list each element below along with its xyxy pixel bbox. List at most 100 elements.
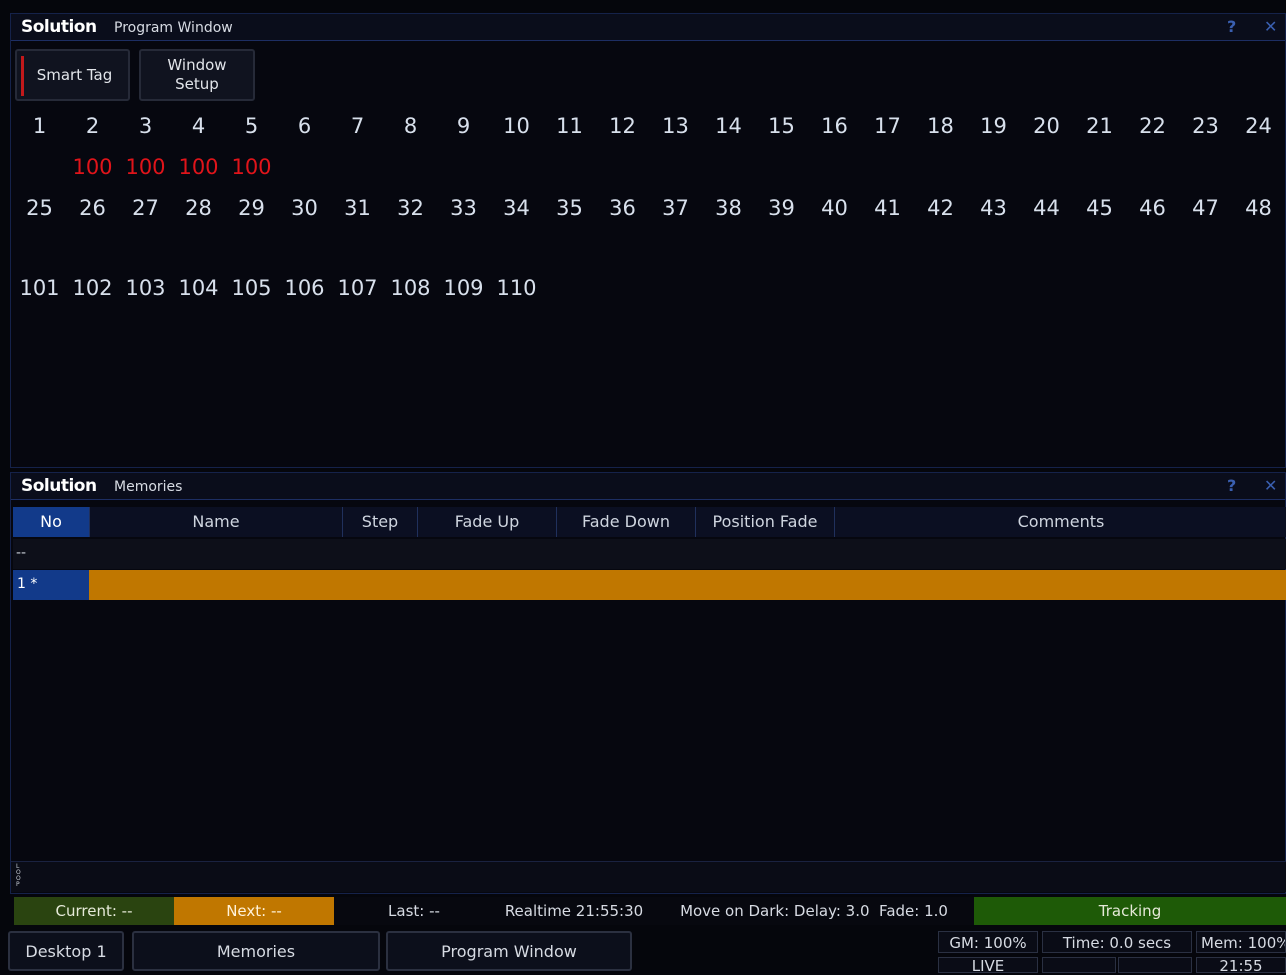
channel-row3-7[interactable]: 107 bbox=[331, 276, 384, 300]
empty-indicator-1 bbox=[1042, 957, 1116, 973]
channel-18[interactable]: 18 bbox=[914, 114, 967, 138]
channel-19[interactable]: 19 bbox=[967, 114, 1020, 138]
memory-usage-readout: Mem: 100% bbox=[1196, 931, 1286, 953]
channel-3[interactable]: 3 bbox=[119, 114, 172, 138]
channel-row2-13[interactable]: 37 bbox=[649, 196, 702, 220]
channel-23[interactable]: 23 bbox=[1179, 114, 1232, 138]
channel-row3-1[interactable]: 101 bbox=[13, 276, 66, 300]
channel-2[interactable]: 2 bbox=[66, 114, 119, 138]
col-header-comments[interactable]: Comments bbox=[835, 507, 1286, 537]
channel-7[interactable]: 7 bbox=[331, 114, 384, 138]
channel-row3-2[interactable]: 102 bbox=[66, 276, 119, 300]
close-icon[interactable]: ✕ bbox=[1264, 476, 1277, 495]
channel-row2-7[interactable]: 31 bbox=[331, 196, 384, 220]
channel-row2-21[interactable]: 45 bbox=[1073, 196, 1126, 220]
memory-number: 1 * bbox=[17, 576, 38, 592]
window-title: Memories bbox=[114, 479, 183, 495]
channel-6[interactable]: 6 bbox=[278, 114, 331, 138]
live-indicator: LIVE bbox=[938, 957, 1038, 974]
channel-row2-15[interactable]: 39 bbox=[755, 196, 808, 220]
realtime-status: Realtime 21:55:30 bbox=[504, 902, 644, 920]
memory-number-cell: 1 * bbox=[13, 570, 89, 600]
col-header-position-fade[interactable]: Position Fade bbox=[696, 507, 835, 537]
channel-row3-9[interactable]: 109 bbox=[437, 276, 490, 300]
table-row-selected[interactable]: 1 * bbox=[13, 570, 1286, 600]
help-icon[interactable]: ? bbox=[1227, 476, 1236, 495]
channel-row2-22[interactable]: 46 bbox=[1126, 196, 1179, 220]
channel-11[interactable]: 11 bbox=[543, 114, 596, 138]
channel-9[interactable]: 9 bbox=[437, 114, 490, 138]
channel-10[interactable]: 10 bbox=[490, 114, 543, 138]
last-status: Last: -- bbox=[388, 902, 440, 920]
channel-row2-11[interactable]: 35 bbox=[543, 196, 596, 220]
tracking-status: Tracking bbox=[974, 897, 1286, 925]
move-on-dark-status: Move on Dark: Delay: 3.0 Fade: 1.0 bbox=[680, 902, 948, 920]
channel-row2-2[interactable]: 26 bbox=[66, 196, 119, 220]
memories-table-header: No Name Step Fade Up Fade Down Position … bbox=[13, 507, 1286, 537]
channel-21[interactable]: 21 bbox=[1073, 114, 1126, 138]
channel-row3-3[interactable]: 103 bbox=[119, 276, 172, 300]
desktop-1-button[interactable]: Desktop 1 bbox=[8, 931, 124, 971]
channel-1[interactable]: 1 bbox=[13, 114, 66, 138]
program-window-taskbar-button[interactable]: Program Window bbox=[386, 931, 632, 971]
channel-row2-8[interactable]: 32 bbox=[384, 196, 437, 220]
col-header-no[interactable]: No bbox=[13, 507, 90, 537]
loop-label: LOOP bbox=[16, 863, 21, 888]
channel-16[interactable]: 16 bbox=[808, 114, 861, 138]
channel-row3-8[interactable]: 108 bbox=[384, 276, 437, 300]
grand-master-readout: GM: 100% bbox=[938, 931, 1038, 953]
channel-row2-3[interactable]: 27 bbox=[119, 196, 172, 220]
memory-number: -- bbox=[16, 545, 27, 561]
channel-level-4: 100 bbox=[178, 155, 219, 179]
channel-row2-5[interactable]: 29 bbox=[225, 196, 278, 220]
channel-row2-10[interactable]: 34 bbox=[490, 196, 543, 220]
channel-grid: 1 2 3 4 5 6 7 8 9 10 11 12 13 14 15 16 17 18 19 20 21 22 23 24 1… bbox=[11, 14, 1286, 467]
memories-footer-strip: LOOP bbox=[11, 861, 1286, 892]
channel-17[interactable]: 17 bbox=[861, 114, 914, 138]
col-header-name[interactable]: Name bbox=[90, 507, 343, 537]
table-row[interactable]: -- bbox=[13, 539, 1286, 569]
channel-row2-23[interactable]: 47 bbox=[1179, 196, 1232, 220]
channel-row2-9[interactable]: 33 bbox=[437, 196, 490, 220]
channel-20[interactable]: 20 bbox=[1020, 114, 1073, 138]
clock-readout: 21:55 bbox=[1196, 957, 1286, 974]
channel-row2-18[interactable]: 42 bbox=[914, 196, 967, 220]
col-header-step[interactable]: Step bbox=[343, 507, 418, 537]
channel-row3-6[interactable]: 106 bbox=[278, 276, 331, 300]
empty-indicator-2 bbox=[1118, 957, 1192, 973]
playback-status-bar: Current: -- Next: -- Last: -- Realtime 2… bbox=[14, 897, 1286, 925]
time-readout: Time: 0.0 secs bbox=[1042, 931, 1192, 953]
channel-row2-17[interactable]: 41 bbox=[861, 196, 914, 220]
channel-row3-4[interactable]: 104 bbox=[172, 276, 225, 300]
memories-taskbar-button[interactable]: Memories bbox=[132, 931, 380, 971]
solution-logo: Solution bbox=[21, 476, 97, 496]
channel-8[interactable]: 8 bbox=[384, 114, 437, 138]
channel-15[interactable]: 15 bbox=[755, 114, 808, 138]
channel-row3-10[interactable]: 110 bbox=[490, 276, 543, 300]
channel-12[interactable]: 12 bbox=[596, 114, 649, 138]
memories-window-titlebar[interactable]: Solution Memories ? ✕ bbox=[11, 473, 1285, 500]
channel-level-3: 100 bbox=[125, 155, 166, 179]
channel-row2-12[interactable]: 36 bbox=[596, 196, 649, 220]
channel-row2-16[interactable]: 40 bbox=[808, 196, 861, 220]
channel-row2-1[interactable]: 25 bbox=[13, 196, 66, 220]
channel-row2-19[interactable]: 43 bbox=[967, 196, 1020, 220]
channel-13[interactable]: 13 bbox=[649, 114, 702, 138]
channel-level-2: 100 bbox=[72, 155, 113, 179]
channel-22[interactable]: 22 bbox=[1126, 114, 1179, 138]
col-header-fade-down[interactable]: Fade Down bbox=[557, 507, 696, 537]
memories-window: Solution Memories ? ✕ No Name Step Fade … bbox=[10, 472, 1286, 894]
channel-row2-4[interactable]: 28 bbox=[172, 196, 225, 220]
channel-row2-6[interactable]: 30 bbox=[278, 196, 331, 220]
channel-4[interactable]: 4 bbox=[172, 114, 225, 138]
channel-14[interactable]: 14 bbox=[702, 114, 755, 138]
channel-level-5: 100 bbox=[231, 155, 272, 179]
channel-row2-14[interactable]: 38 bbox=[702, 196, 755, 220]
channel-row2-20[interactable]: 44 bbox=[1020, 196, 1073, 220]
col-header-fade-up[interactable]: Fade Up bbox=[418, 507, 557, 537]
current-status: Current: -- bbox=[14, 897, 174, 925]
channel-5[interactable]: 5 bbox=[225, 114, 278, 138]
channel-row2-24[interactable]: 48 bbox=[1232, 196, 1285, 220]
channel-24[interactable]: 24 bbox=[1232, 114, 1285, 138]
channel-row3-5[interactable]: 105 bbox=[225, 276, 278, 300]
